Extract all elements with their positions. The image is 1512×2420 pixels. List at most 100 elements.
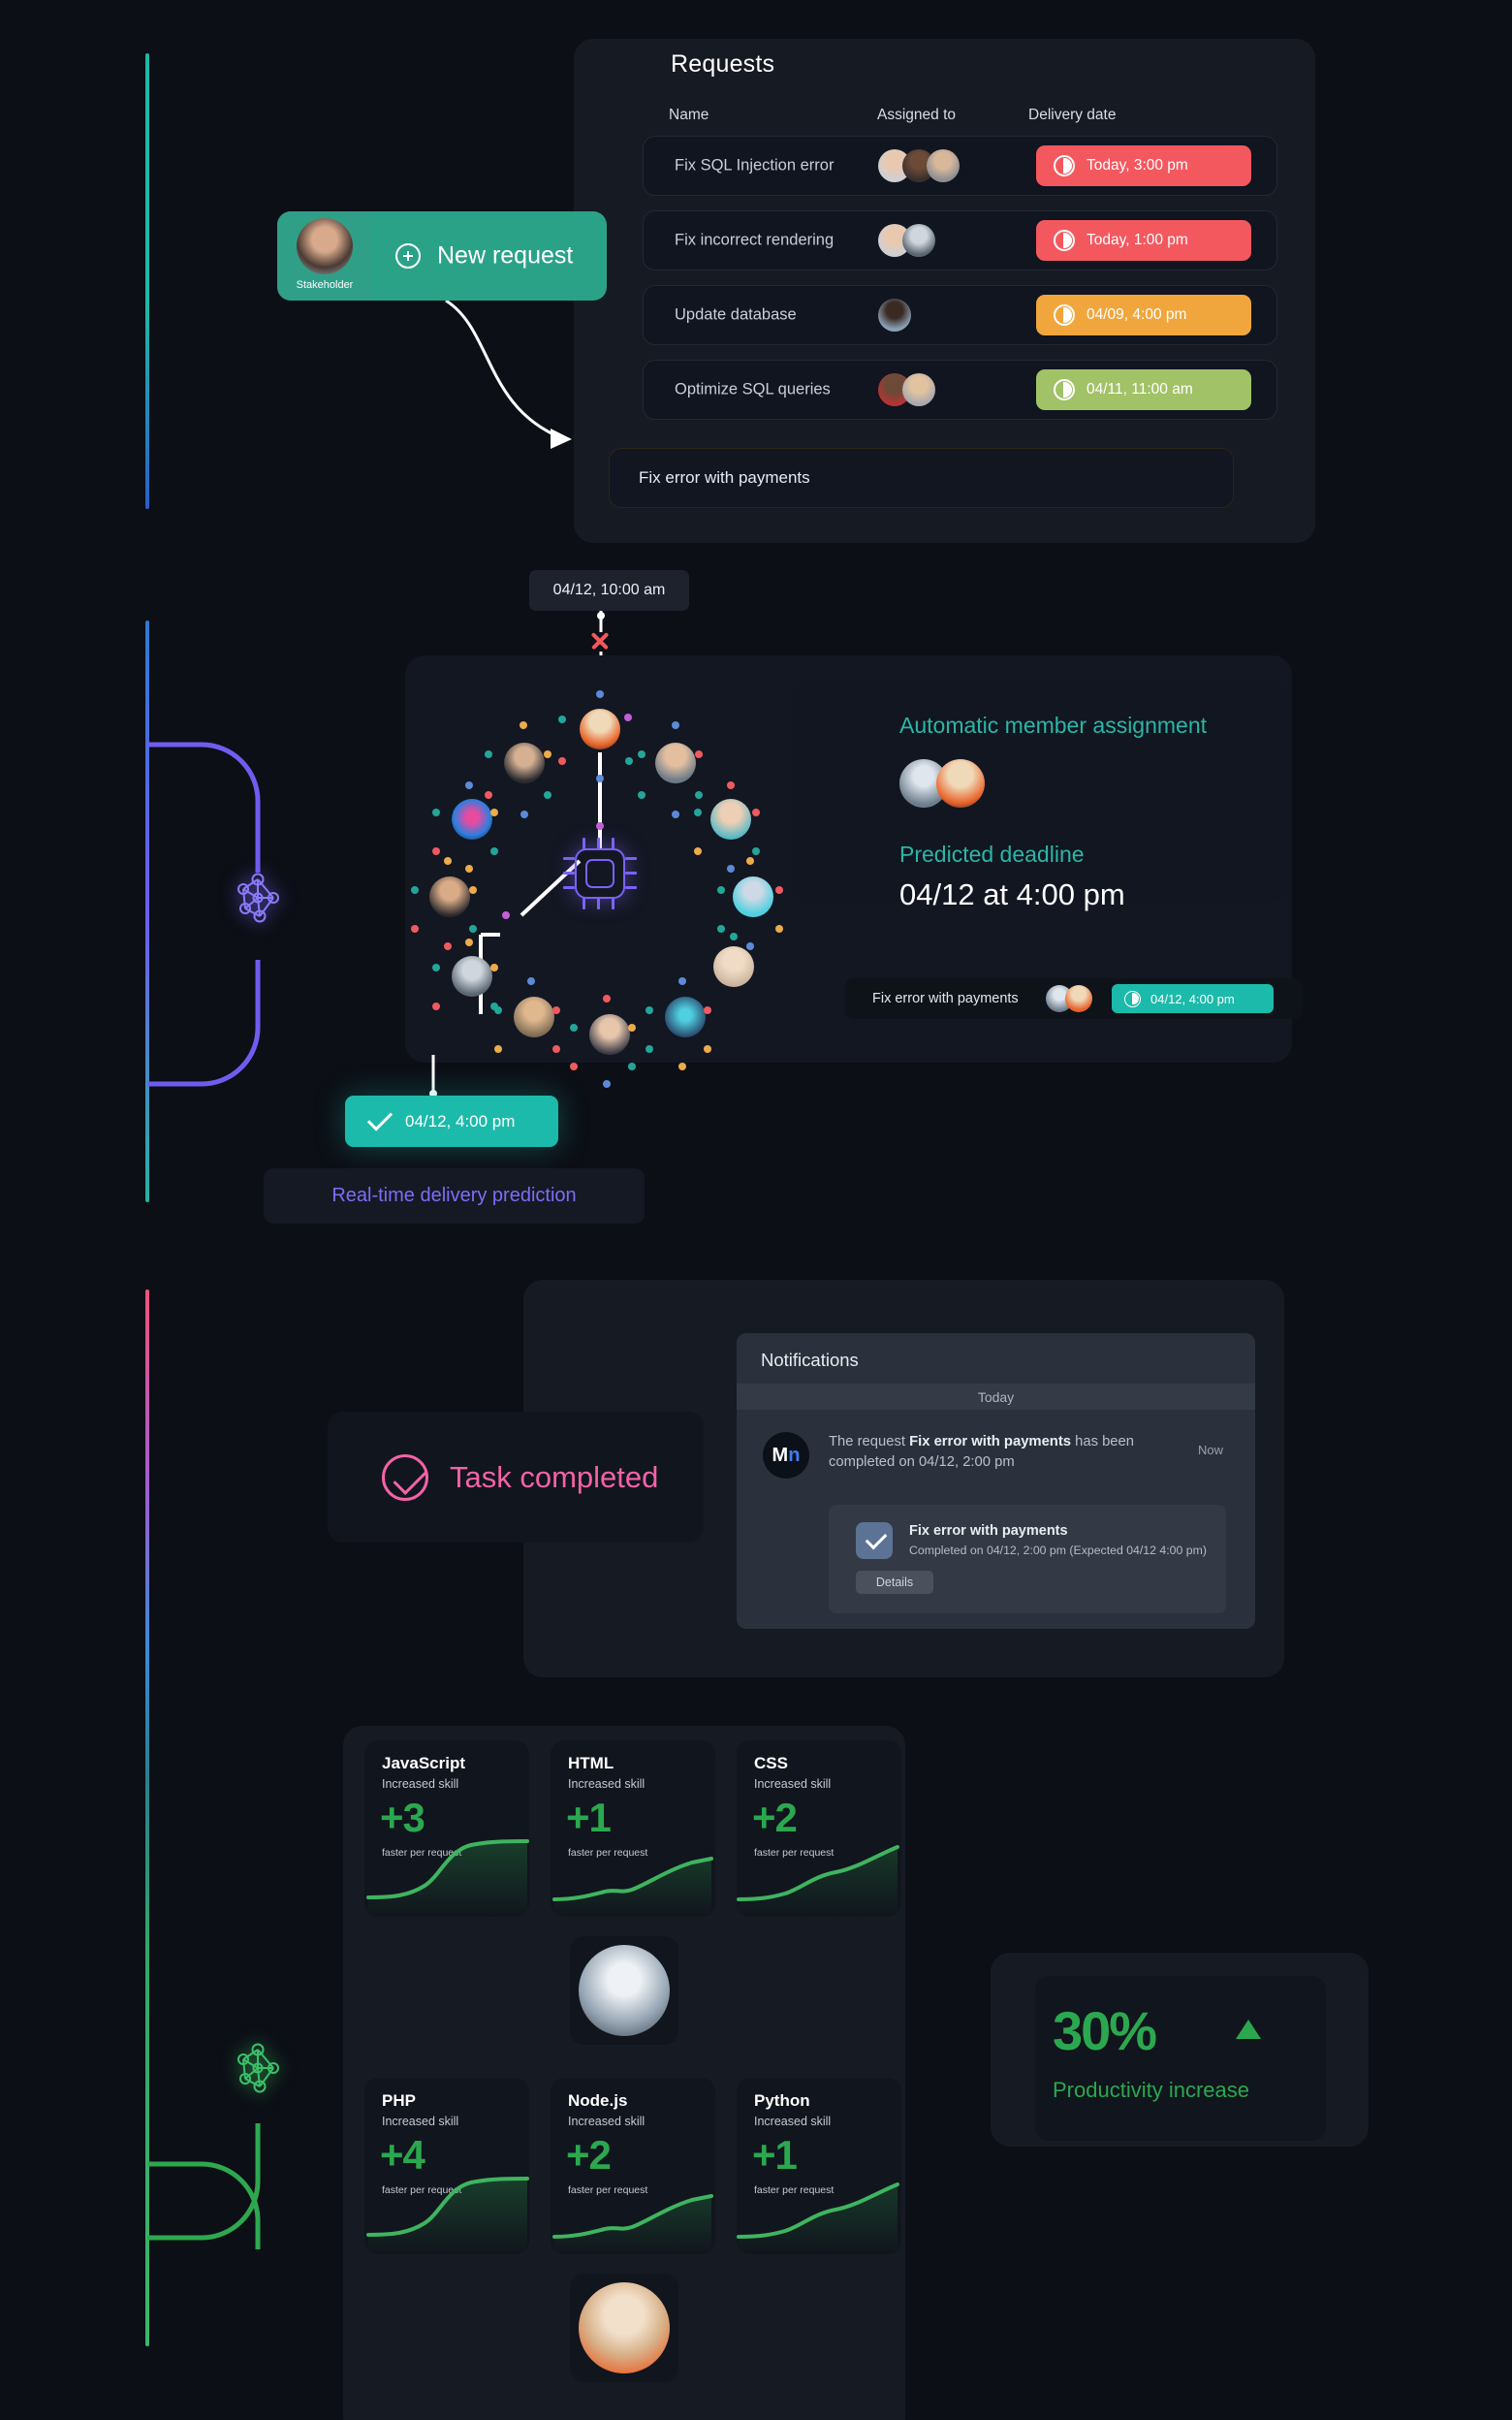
predicted-date-badge[interactable]: 04/12, 4:00 pm <box>1112 984 1274 1013</box>
orbit-dot <box>717 925 725 933</box>
table-row[interactable]: Fix SQL Injection error Today, 3:00 pm <box>643 136 1277 196</box>
delivery-date-badge[interactable]: Today, 3:00 pm <box>1036 145 1251 186</box>
stakeholder-badge: Stakeholder <box>277 211 372 301</box>
section-4-bracket <box>147 2123 261 2249</box>
orbit-dot <box>502 911 510 919</box>
orbit-dot <box>638 791 646 799</box>
graph-node-avatar <box>655 743 696 783</box>
new-request-button[interactable]: Stakeholder New request <box>277 211 607 301</box>
graph-node-avatar <box>452 799 492 840</box>
orbit-dot <box>411 925 419 933</box>
check-circle-icon <box>382 1453 428 1501</box>
orbit-dot <box>678 1063 686 1070</box>
table-row[interactable]: Optimize SQL queries 04/11, 11:00 am <box>643 360 1277 420</box>
table-row[interactable]: Fix incorrect rendering Today, 1:00 pm <box>643 210 1277 271</box>
orbit-dot <box>695 791 703 799</box>
skill-card[interactable]: Node.js Increased skill +2 faster per re… <box>551 2078 715 2254</box>
skill-card[interactable]: HTML Increased skill +1 faster per reque… <box>551 1740 715 1917</box>
orbit-dot <box>646 1006 653 1014</box>
orbit-dot <box>570 1024 578 1032</box>
avatar <box>579 1945 670 2036</box>
skill-card[interactable]: Python Increased skill +1 faster per req… <box>737 2078 901 2254</box>
delivery-date-badge[interactable]: 04/11, 11:00 am <box>1036 369 1251 410</box>
predicted-task-row[interactable]: Fix error with payments 04/12, 4:00 pm <box>845 978 1303 1019</box>
skill-sub-label: Increased skill <box>754 2115 832 2128</box>
skill-name: PHP <box>382 2091 416 2110</box>
predicted-date-text: 04/12, 4:00 pm <box>1150 991 1235 1006</box>
check-icon <box>366 1105 394 1131</box>
assigned-members <box>899 759 985 808</box>
skill-sub-label: Increased skill <box>754 1777 832 1791</box>
table-row[interactable]: Update database 04/09, 4:00 pm <box>643 285 1277 345</box>
graph-node-avatar <box>733 876 773 917</box>
skill-card[interactable]: JavaScript Increased skill +3 faster per… <box>364 1740 529 1917</box>
orbit-dot <box>552 1045 560 1053</box>
orbit-dot <box>432 1003 440 1010</box>
skill-name: Node.js <box>568 2091 628 2110</box>
graph-node-avatar <box>452 956 492 997</box>
assignee-avatars <box>878 299 911 332</box>
avatar <box>1065 985 1092 1012</box>
orbit-dot <box>672 811 679 818</box>
skill-trend-chart <box>366 1839 529 1917</box>
orbit-dot <box>465 865 473 873</box>
orbit-dot <box>570 1063 578 1070</box>
orbit-dot <box>558 716 566 723</box>
delivery-date-badge[interactable]: Today, 1:00 pm <box>1036 220 1251 261</box>
delivery-date-text: Today, 1:00 pm <box>1087 232 1188 248</box>
skill-card[interactable]: PHP Increased skill +4 faster per reques… <box>364 2078 529 2254</box>
orbit-dot <box>494 1006 502 1014</box>
neural-network-icon <box>237 2043 279 2093</box>
clock-pie-icon <box>1054 379 1075 400</box>
notifications-group-label: Today <box>737 1384 1255 1410</box>
skill-card[interactable]: CSS Increased skill +2 faster per reques… <box>737 1740 901 1917</box>
graph-node-avatar <box>429 876 470 917</box>
request-name: Fix SQL Injection error <box>675 156 835 175</box>
notification-task-title: Fix error with payments <box>909 1523 1068 1539</box>
orbit-dot <box>603 1080 611 1088</box>
orbit-dot <box>646 1045 653 1053</box>
new-request-input[interactable]: Fix error with payments <box>609 448 1234 508</box>
skill-sub-label: Increased skill <box>382 2115 459 2128</box>
orbit-dot <box>544 791 551 799</box>
orbit-dot <box>746 942 754 950</box>
group-avatar-card <box>570 2274 678 2382</box>
column-header-assigned-to: Assigned to <box>877 107 956 123</box>
cpu-chip-icon <box>575 848 625 899</box>
orbit-dot <box>624 714 632 721</box>
column-header-name: Name <box>669 107 709 123</box>
orbit-dot <box>432 847 440 855</box>
section-2-bracket <box>147 742 261 1087</box>
avatar <box>902 373 935 406</box>
avatar <box>579 2282 670 2373</box>
orbit-dot <box>432 964 440 971</box>
graph-node-avatar <box>504 743 545 783</box>
task-completed-label: Task completed <box>450 1459 659 1494</box>
orbit-dot <box>752 847 760 855</box>
productivity-value: 30% <box>1053 2000 1157 2061</box>
notification-time: Now <box>1198 1443 1224 1457</box>
orbit-dot <box>490 847 498 855</box>
orbit-dot <box>411 886 419 894</box>
graph-node-avatar <box>580 709 620 749</box>
delivery-confirmed-text: 04/12, 4:00 pm <box>405 1111 516 1130</box>
orbit-dot <box>596 775 604 782</box>
details-button[interactable]: Details <box>856 1571 933 1594</box>
orbit-dot <box>596 822 604 830</box>
orbit-dot <box>520 811 528 818</box>
orbit-dot <box>520 721 527 729</box>
delivery-date-badge[interactable]: 04/09, 4:00 pm <box>1036 295 1251 335</box>
orbit-dot <box>678 977 686 985</box>
assignee-avatars <box>878 224 935 257</box>
checkbox-checked-icon[interactable] <box>856 1522 893 1559</box>
delivery-date-text: 04/11, 11:00 am <box>1087 381 1193 398</box>
orbit-dot <box>694 847 702 855</box>
notification-task-card <box>829 1505 1226 1613</box>
delivery-confirmed-badge[interactable]: 04/12, 4:00 pm <box>345 1096 558 1147</box>
predicted-task-name: Fix error with payments <box>872 991 1019 1006</box>
clock-pie-icon <box>1124 990 1141 1007</box>
avatar <box>297 217 353 274</box>
orbit-dot <box>558 757 566 765</box>
requests-title: Requests <box>671 50 775 78</box>
new-request-input-value: Fix error with payments <box>639 468 810 487</box>
